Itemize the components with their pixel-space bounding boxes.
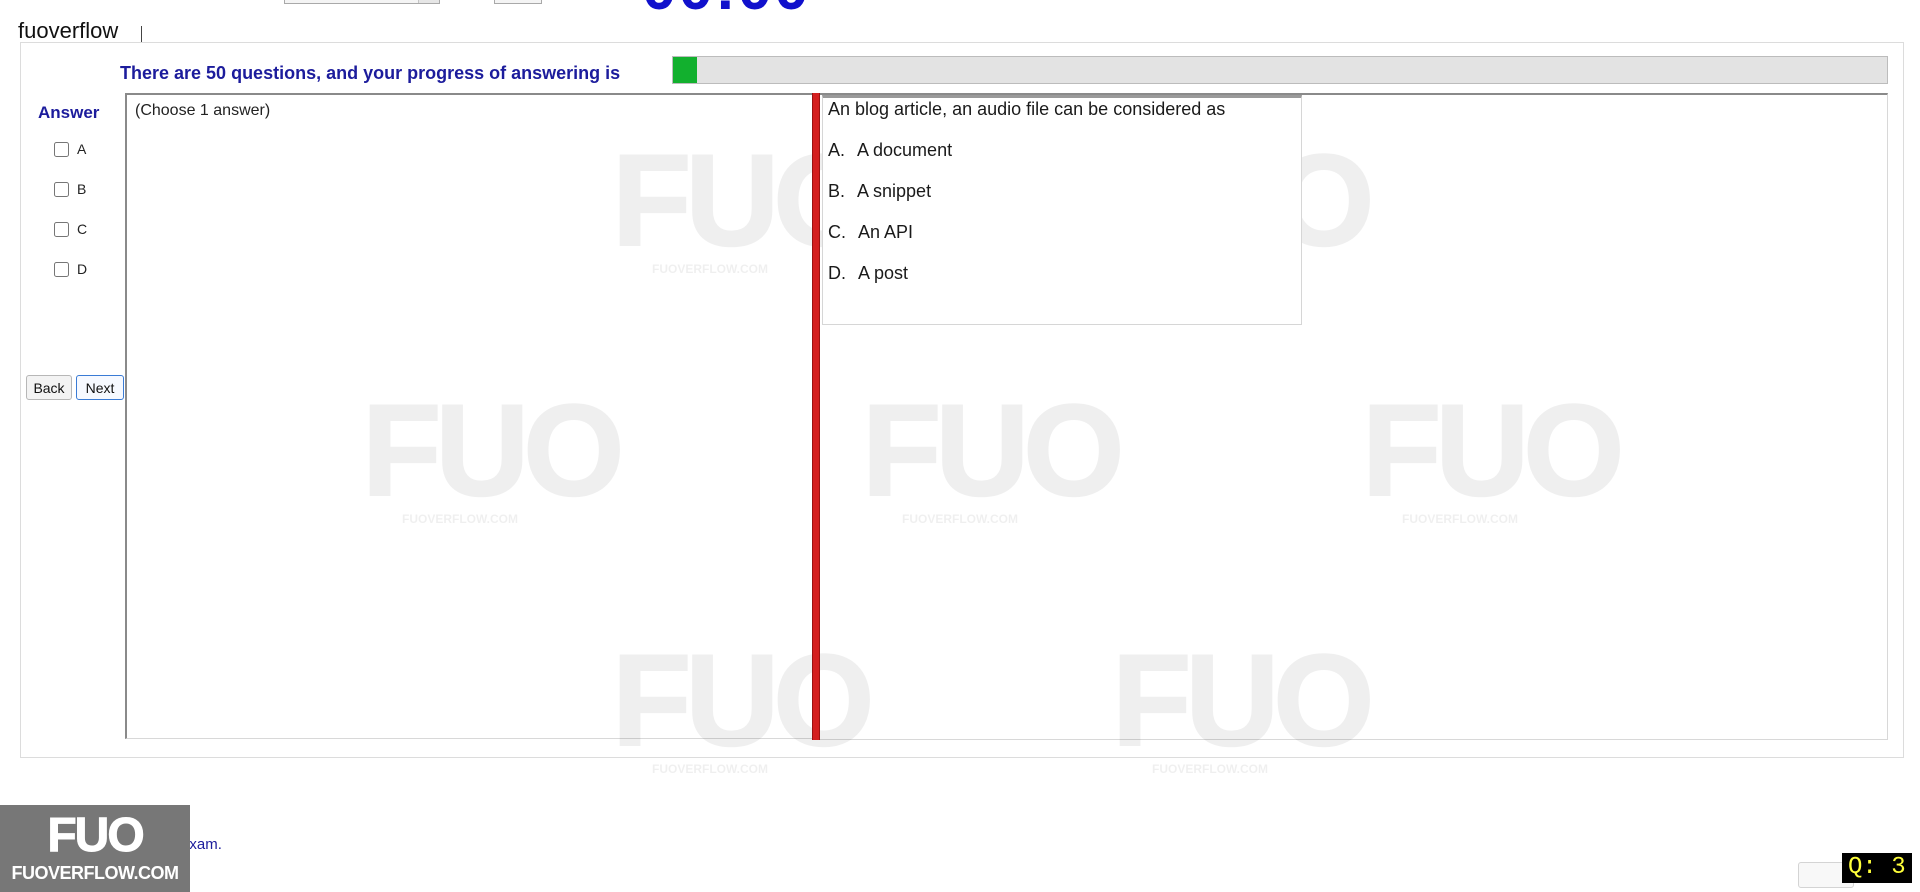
top-toolbar: 00:00 <box>0 0 1920 20</box>
progress-bar <box>672 56 1888 84</box>
exam-timer: 00:00 <box>642 0 811 20</box>
dropdown-arrow-icon <box>418 0 439 3</box>
back-button[interactable]: Back <box>26 375 72 400</box>
progress-bar-fill <box>673 57 698 83</box>
question-text: An blog article, an audio file can be co… <box>828 99 1226 119</box>
question-option-letter: D. <box>828 263 846 283</box>
answer-option-label: C <box>77 221 88 237</box>
question-option-text: A snippet <box>857 181 932 201</box>
badge-logo-text: FUO <box>47 809 145 862</box>
question-option-text: An API <box>858 222 914 242</box>
answer-option-c[interactable]: C <box>54 219 87 239</box>
question-option-letter: C. <box>828 222 846 242</box>
answer-option-label: A <box>77 141 87 157</box>
answer-option-a[interactable]: A <box>54 139 86 159</box>
question-option-d: D. A post <box>828 263 908 284</box>
progress-label: There are 50 questions, and your progres… <box>120 63 621 83</box>
answer-option-d[interactable]: D <box>54 259 87 279</box>
answer-title: Answer <box>38 103 100 122</box>
question-box <box>822 95 1302 325</box>
exam-window: 00:00 fuoverflow There are 50 questions,… <box>0 0 1920 892</box>
answer-checkbox-b[interactable] <box>54 181 69 197</box>
answer-checkbox-c[interactable] <box>54 221 69 237</box>
question-option-text: A post <box>858 263 909 283</box>
answer-option-label: B <box>77 181 87 197</box>
question-counter: Q: 3 <box>1842 853 1912 883</box>
watermark-url: FUOVERFLOW.COM <box>1152 762 1268 776</box>
brand-name: fuoverflow <box>18 18 119 43</box>
answer-checkbox-d[interactable] <box>54 261 69 277</box>
question-option-b: B. A snippet <box>828 181 931 202</box>
question-option-a: A. A document <box>828 140 952 161</box>
badge-url: FUOVERFLOW.COM <box>11 863 180 883</box>
answer-checkbox-a[interactable] <box>54 141 69 157</box>
answer-pane <box>125 93 815 739</box>
question-option-letter: B. <box>828 181 846 201</box>
question-option-letter: A. <box>828 140 846 160</box>
question-option-c: C. An API <box>828 222 913 243</box>
choose-hint: (Choose 1 answer) <box>135 102 271 119</box>
top-dropdown[interactable] <box>284 0 440 4</box>
question-option-text: A document <box>857 140 953 160</box>
fuoverflow-badge-icon: FUO FUOVERFLOW.COM <box>0 805 190 892</box>
answer-option-b[interactable]: B <box>54 179 86 199</box>
answer-option-label: D <box>77 261 88 277</box>
watermark-url: FUOVERFLOW.COM <box>652 762 768 776</box>
top-small-box[interactable] <box>494 0 542 4</box>
pane-splitter[interactable] <box>812 93 820 740</box>
next-button[interactable]: Next <box>76 375 124 400</box>
